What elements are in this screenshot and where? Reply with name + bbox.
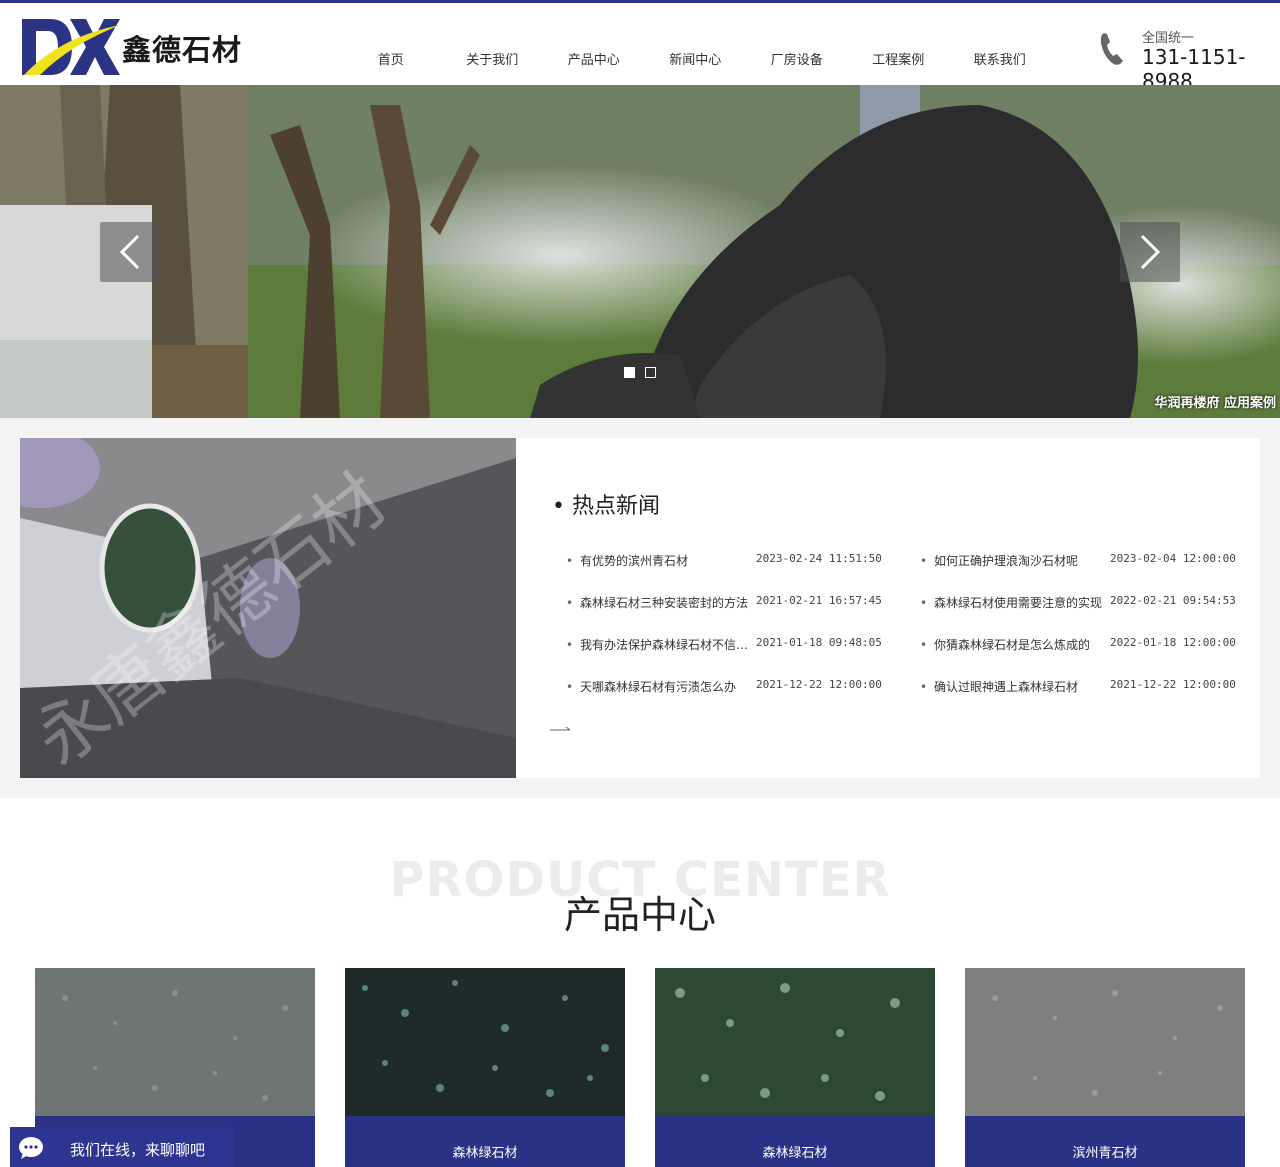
news-bullet: •: [566, 596, 574, 610]
news-item-title[interactable]: 我有办法保护森林绿石材不信…: [580, 636, 750, 653]
news-item[interactable]: • 有优势的滨州青石材 2023-02-24 11:51:50: [566, 552, 896, 594]
news-heading: • 热点新闻: [552, 488, 660, 520]
product-card[interactable]: 森林绿石材: [655, 968, 935, 1167]
news-item-title[interactable]: 你猜森林绿石材是怎么炼成的: [934, 636, 1104, 653]
news-item[interactable]: • 天哪森林绿石材有污渍怎么办 2021-12-22 12:00:00: [566, 678, 896, 720]
news-item-date: 2022-02-21 09:54:53: [1110, 594, 1236, 607]
news-item-title[interactable]: 如何正确护理浪淘沙石材呢: [934, 552, 1104, 569]
banner-prev-button[interactable]: [100, 222, 160, 282]
news-item-date: 2022-01-18 12:00:00: [1110, 636, 1236, 649]
news-bullet: •: [920, 638, 928, 652]
news-item-title[interactable]: 森林绿石材三种安装密封的方法: [580, 594, 750, 611]
news-item[interactable]: • 确认过眼神遇上森林绿石材 2021-12-22 12:00:00: [920, 678, 1250, 720]
news-bullet: •: [920, 680, 928, 694]
news-item-title[interactable]: 天哪森林绿石材有污渍怎么办: [580, 678, 750, 695]
logo-text: 鑫德石材: [122, 33, 243, 67]
chat-text: 我们在线，来聊聊吧: [70, 1141, 206, 1159]
news-item-date: 2023-02-04 12:00:00: [1110, 552, 1236, 565]
product-label[interactable]: 森林绿石材: [655, 1116, 935, 1167]
hero-banner: 华润再楼府 应用案例: [0, 85, 1280, 418]
news-bullet: •: [566, 638, 574, 652]
news-bullet: •: [920, 596, 928, 610]
nav-cases[interactable]: 工程案例: [848, 49, 950, 73]
phone-block: 全国统一 131-1151-8988: [1098, 25, 1280, 93]
product-section: PRODUCT CENTER 产品中心 森林绿石材 森林绿石材 滨州青石材: [0, 798, 1280, 1167]
news-list-left: • 有优势的滨州青石材 2023-02-24 11:51:50 • 森林绿石材三…: [566, 552, 896, 720]
chevron-left-icon: [119, 234, 140, 270]
news-item-date: 2021-12-22 12:00:00: [756, 678, 882, 691]
news-item-title[interactable]: 有优势的滨州青石材: [580, 552, 750, 569]
product-title: 产品中心: [563, 893, 716, 937]
news-item[interactable]: • 如何正确护理浪淘沙石材呢 2023-02-04 12:00:00: [920, 552, 1250, 594]
chat-bubble-icon: [19, 1137, 43, 1159]
news-item[interactable]: • 森林绿石材使用需要注意的实现 2022-02-21 09:54:53: [920, 594, 1250, 636]
news-bullet: •: [566, 554, 574, 568]
news-item[interactable]: • 森林绿石材三种安装密封的方法 2021-02-21 16:57:45: [566, 594, 896, 636]
news-item-date: 2021-12-22 12:00:00: [1110, 678, 1236, 691]
banner-pagination: [624, 367, 656, 378]
news-item-date: 2021-01-18 09:48:05: [756, 636, 882, 649]
news-section: 永唐鑫德石材 • 热点新闻 • 有优势的滨州青石材 2023-02-24 11:…: [0, 418, 1280, 798]
product-label[interactable]: 森林绿石材: [345, 1116, 625, 1167]
news-heading-text: 热点新闻: [571, 494, 660, 519]
news-item[interactable]: • 我有办法保护森林绿石材不信… 2021-01-18 09:48:05: [566, 636, 896, 678]
news-item-date: 2021-02-21 16:57:45: [756, 594, 882, 607]
main-nav: 首页 关于我们 产品中心 新闻中心 厂房设备 工程案例 联系我们: [340, 49, 1051, 73]
banner-next-button[interactable]: [1120, 222, 1180, 282]
arrow-right-icon[interactable]: [550, 724, 572, 736]
news-panel: • 热点新闻 • 有优势的滨州青石材 2023-02-24 11:51:50 •…: [516, 438, 1260, 778]
news-bullet: •: [566, 680, 574, 694]
nav-contact[interactable]: 联系我们: [949, 49, 1051, 73]
banner-dot-2[interactable]: [645, 367, 656, 378]
site-header: 鑫德石材 首页 关于我们 产品中心 新闻中心 厂房设备 工程案例 联系我们 全国…: [0, 3, 1280, 93]
phone-label: 全国统一: [1142, 31, 1195, 46]
nav-about[interactable]: 关于我们: [442, 49, 544, 73]
news-item-date: 2023-02-24 11:51:50: [756, 552, 882, 565]
online-chat-button[interactable]: 我们在线，来聊聊吧: [10, 1127, 234, 1167]
news-feature-image[interactable]: 永唐鑫德石材: [20, 438, 516, 778]
chevron-right-icon: [1140, 234, 1161, 270]
nav-factory[interactable]: 厂房设备: [746, 49, 848, 73]
news-item[interactable]: • 你猜森林绿石材是怎么炼成的 2022-01-18 12:00:00: [920, 636, 1250, 678]
heading-bullet: •: [552, 494, 565, 519]
news-item-title[interactable]: 确认过眼神遇上森林绿石材: [934, 678, 1104, 695]
nav-products[interactable]: 产品中心: [543, 49, 645, 73]
logo-mark-icon: [22, 19, 120, 75]
nav-home[interactable]: 首页: [340, 49, 442, 73]
news-image: 永唐鑫德石材: [20, 438, 516, 778]
news-bullet: •: [920, 554, 928, 568]
product-label[interactable]: 滨州青石材: [965, 1116, 1245, 1167]
product-card[interactable]: 滨州青石材: [965, 968, 1245, 1167]
phone-icon: [1100, 33, 1123, 65]
banner-dot-1[interactable]: [624, 367, 635, 378]
news-list-right: • 如何正确护理浪淘沙石材呢 2023-02-04 12:00:00 • 森林绿…: [920, 552, 1250, 720]
nav-news[interactable]: 新闻中心: [645, 49, 747, 73]
product-card[interactable]: 森林绿石材: [345, 968, 625, 1167]
news-item-title[interactable]: 森林绿石材使用需要注意的实现: [934, 594, 1104, 611]
banner-caption: 华润再楼府 应用案例: [1154, 396, 1276, 411]
